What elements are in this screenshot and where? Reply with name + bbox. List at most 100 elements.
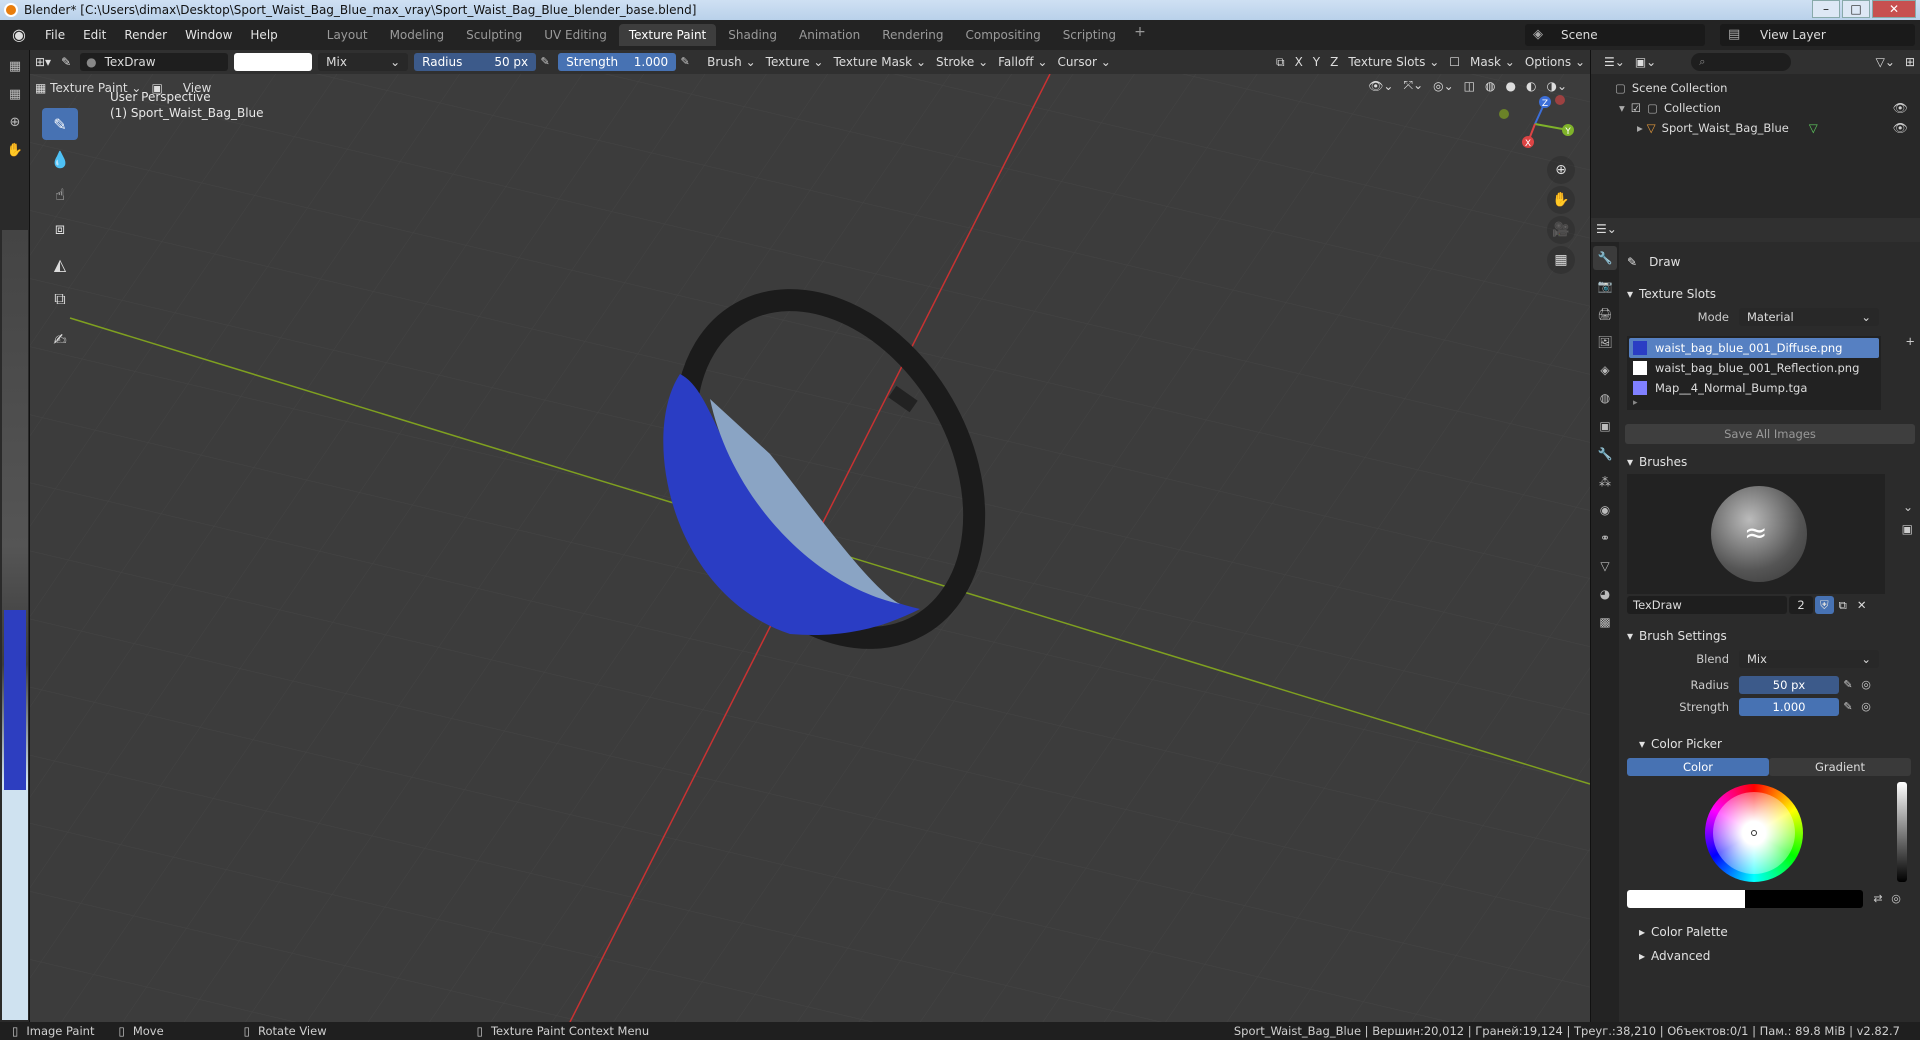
gradient-tab[interactable]: Gradient [1769, 758, 1911, 776]
options-menu[interactable]: Options ⌄ [1520, 55, 1590, 69]
falloff-menu[interactable]: Falloff ⌄ [993, 55, 1052, 69]
pressure-icon[interactable]: ✎ [1839, 676, 1857, 694]
tab-layout[interactable]: Layout [317, 24, 378, 46]
unified-icon[interactable]: ◎ [1857, 698, 1875, 716]
unified-color-icon[interactable]: ◎ [1887, 890, 1905, 908]
shading-solid-icon[interactable]: ● [1501, 78, 1521, 93]
texture-menu[interactable]: Texture ⌄ [761, 55, 829, 69]
object-tab-icon[interactable]: ▣ [1593, 414, 1617, 438]
modifier-tab-icon[interactable]: 🔧 [1593, 442, 1617, 466]
brush-display-icon[interactable]: ▣ [1902, 522, 1913, 536]
filter-icon[interactable]: ▽⌄ [1871, 55, 1900, 69]
visibility-icon[interactable]: 👁⌄ [1363, 78, 1398, 93]
soften-tool-icon[interactable]: 💧 [42, 143, 78, 175]
menu-window[interactable]: Window [176, 20, 241, 50]
brushes-panel-header[interactable]: ▾ Brushes [1621, 450, 1920, 474]
texture-slot-item[interactable]: waist_bag_blue_001_Reflection.png [1629, 358, 1879, 378]
menu-help[interactable]: Help [241, 20, 286, 50]
expand-arrow-icon[interactable]: ▾ [1619, 101, 1625, 115]
value-slider[interactable] [1897, 782, 1907, 882]
axis-x-toggle[interactable]: X [1290, 55, 1308, 69]
annotate-tool-icon[interactable]: ✍ [42, 323, 78, 355]
menu-edit[interactable]: Edit [74, 20, 115, 50]
axis-y-toggle[interactable]: Y [1308, 55, 1325, 69]
texture-mask-menu[interactable]: Texture Mask ⌄ [828, 55, 931, 69]
mode-dropdown[interactable]: Material ⌄ [1739, 308, 1879, 326]
pressure-icon[interactable]: ✎ [536, 53, 554, 71]
xray-icon[interactable]: ◫ [1459, 78, 1480, 93]
brush-menu[interactable]: Brush ⌄ [702, 55, 761, 69]
world-tab-icon[interactable]: ◍ [1593, 386, 1617, 410]
tool-tab-icon[interactable]: 🔧 [1593, 246, 1617, 270]
mask-menu[interactable]: Mask ⌄ [1465, 55, 1520, 69]
zoom-icon[interactable]: ⊕ [4, 112, 26, 134]
clone-tool-icon[interactable]: ⧈ [42, 213, 78, 245]
checkbox-icon[interactable]: ☑ [1631, 101, 1641, 115]
brush-preview-box[interactable]: ≈ [1627, 474, 1885, 594]
tab-animation[interactable]: Animation [789, 24, 870, 46]
texture-slot-item[interactable]: waist_bag_blue_001_Diffuse.png [1629, 338, 1879, 358]
hand-pan-icon[interactable]: ✋ [1547, 186, 1575, 214]
tab-scripting[interactable]: Scripting [1053, 24, 1126, 46]
blend-dropdown[interactable]: Mix ⌄ [318, 53, 409, 71]
display-mode-button[interactable]: ▣⌄ [1630, 55, 1661, 69]
maximize-button[interactable]: □ [1842, 0, 1870, 18]
gizmo-neg-x-handle[interactable] [1555, 95, 1565, 105]
duplicate-icon[interactable]: ⧉ [1834, 598, 1852, 613]
radius-slider[interactable]: Radius 50 px [414, 53, 537, 71]
output-tab-icon[interactable]: 🖨 [1593, 302, 1617, 326]
advanced-panel-header[interactable]: ▸ Advanced [1621, 944, 1920, 968]
grid-view-icon[interactable]: ▦ [1547, 246, 1575, 274]
menu-file[interactable]: File [36, 20, 74, 50]
gizmo-icon[interactable]: ⤧⌄ [1398, 78, 1428, 93]
navigation-gizmo[interactable]: Z Y X [1490, 94, 1580, 154]
add-workspace-button[interactable]: + [1128, 24, 1152, 46]
close-button[interactable]: ✕ [1872, 0, 1916, 18]
outliner-editor-type-button[interactable]: ☰⌄ [1599, 55, 1630, 69]
strength-slider[interactable]: Strength 1.000 [558, 53, 677, 71]
list-resize-handle[interactable]: ▸ [1629, 398, 1879, 408]
radius-slider[interactable]: 50 px [1739, 676, 1839, 694]
brush-settings-panel-header[interactable]: ▾ Brush Settings [1621, 624, 1920, 648]
constraints-tab-icon[interactable]: ⚭ [1593, 526, 1617, 550]
gizmo-neg-y-handle[interactable] [1499, 109, 1509, 119]
minimize-button[interactable]: – [1812, 0, 1840, 18]
outliner-row-object[interactable]: ▸ ▽ Sport_Waist_Bag_Blue ▽ 👁 [1591, 118, 1920, 138]
primary-color-swatch[interactable] [1627, 890, 1745, 908]
texture-slots-panel-header[interactable]: ▾ Texture Slots [1621, 282, 1920, 306]
physics-tab-icon[interactable]: ◉ [1593, 498, 1617, 522]
particles-tab-icon[interactable]: ⁂ [1593, 470, 1617, 494]
symmetry-icon[interactable]: ⧉ [1271, 55, 1290, 70]
brush-color-swatch[interactable] [234, 53, 313, 71]
brush-name-field[interactable]: TexDraw [1627, 596, 1787, 614]
shading-wire-icon[interactable]: ◍ [1480, 78, 1500, 93]
pressure-icon[interactable]: ✎ [676, 53, 694, 71]
tab-uv-editing[interactable]: UV Editing [534, 24, 617, 46]
material-tab-icon[interactable]: ◕ [1593, 582, 1617, 606]
secondary-color-swatch[interactable] [1745, 890, 1863, 908]
camera-icon[interactable]: 🎥 [1547, 216, 1575, 244]
save-all-images-button[interactable]: Save All Images [1625, 424, 1915, 444]
tab-compositing[interactable]: Compositing [955, 24, 1050, 46]
tab-rendering[interactable]: Rendering [872, 24, 953, 46]
fake-user-icon[interactable]: ⛨ [1815, 596, 1834, 614]
mask-tool-icon[interactable]: ⧉ [42, 283, 78, 315]
add-slot-icon[interactable]: + [1905, 334, 1915, 348]
tab-sculpting[interactable]: Sculpting [456, 24, 532, 46]
axis-z-toggle[interactable]: Z [1325, 55, 1343, 69]
outliner-row-collection[interactable]: ▾ ☑ ▢ Collection 👁 [1591, 98, 1920, 118]
blender-menu-icon[interactable]: ◉ [8, 24, 30, 46]
eye-icon[interactable]: 👁 [1893, 101, 1908, 115]
expand-arrow-icon[interactable]: ▸ [1637, 121, 1643, 135]
smear-tool-icon[interactable]: ☝ [42, 178, 78, 210]
stroke-menu[interactable]: Stroke ⌄ [931, 55, 993, 69]
hand-icon[interactable]: ✋ [4, 140, 26, 162]
editor-type-icon[interactable]: ▦ [4, 56, 26, 78]
3d-viewport[interactable]: ▦ Texture Paint ⌄ ▣ View 👁⌄ ⤧⌄ ◎⌄ ◫ ◍ ● … [30, 74, 1590, 1022]
view-layer-tab-icon[interactable]: 🖼 [1593, 330, 1617, 354]
texture-tab-icon[interactable]: ▩ [1593, 610, 1617, 634]
draw-tool-icon[interactable]: ✎ [42, 108, 78, 140]
brush-icon[interactable]: ✎ [56, 55, 76, 69]
scene-selector[interactable]: ◈ Scene [1525, 24, 1705, 46]
render-tab-icon[interactable]: 📷 [1593, 274, 1617, 298]
